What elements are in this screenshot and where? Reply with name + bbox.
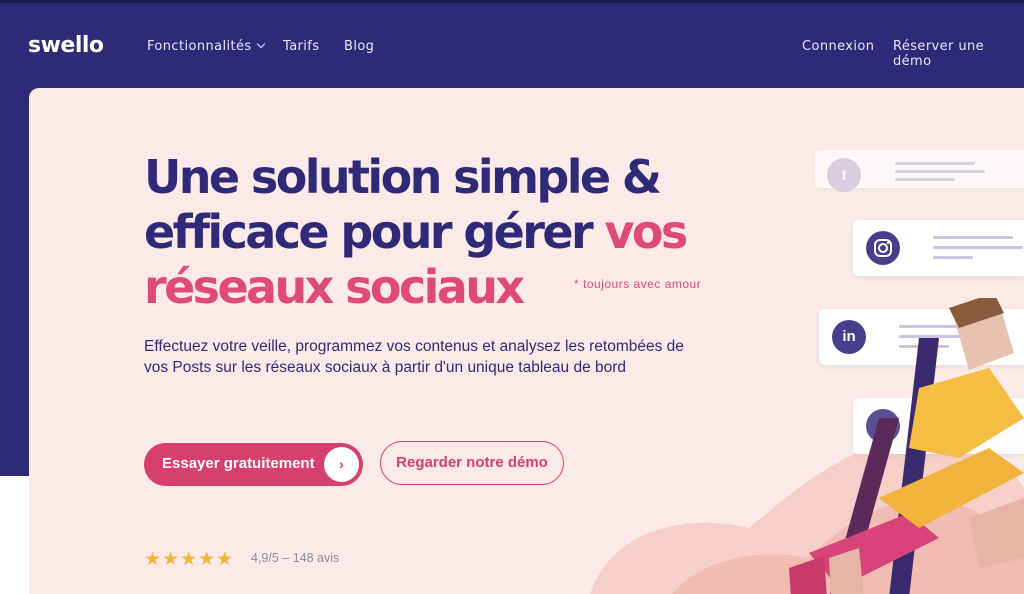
swello-logo[interactable]: swello: [28, 33, 104, 58]
hero-title-line2: efficace pour gérer: [144, 205, 605, 259]
nav-features-label: Fonctionnalités: [147, 39, 252, 54]
watch-demo-button[interactable]: Regarder notre démo: [380, 441, 564, 485]
facebook-card: f: [815, 150, 1024, 192]
top-navigation: swello Fonctionnalités Tarifs Blog Conne…: [0, 3, 1024, 87]
arrow-right-icon: ›: [324, 447, 359, 482]
nav-pricing[interactable]: Tarifs: [283, 39, 319, 54]
nav-login[interactable]: Connexion: [802, 39, 874, 54]
nav-blog[interactable]: Blog: [344, 39, 374, 54]
left-side-strip: [0, 88, 29, 594]
rating-stars: ★★★★★: [144, 549, 235, 570]
try-free-button[interactable]: Essayer gratuitement ›: [144, 443, 363, 486]
hero-section: Une solution simple & efficace pour gére…: [29, 88, 1024, 594]
rating-text: 4,9/5 – 148 avis: [251, 551, 340, 565]
nav-book-demo[interactable]: Réserver une démo: [893, 39, 1024, 69]
deckchair-illustration: [789, 298, 1024, 594]
hero-footnote: * toujours avec amour: [574, 277, 702, 291]
hero-subtitle: Effectuez votre veille, programmez vos c…: [144, 338, 684, 376]
try-free-label: Essayer gratuitement: [162, 455, 315, 472]
facebook-icon: f: [827, 158, 861, 192]
hero-title-highlight2: réseaux sociaux: [144, 260, 525, 314]
instagram-icon: [866, 231, 900, 265]
hero-title-line1: Une solution simple &: [144, 150, 662, 204]
instagram-card: [853, 220, 1024, 276]
chevron-down-icon: [256, 39, 265, 49]
nav-features[interactable]: Fonctionnalités: [147, 39, 265, 54]
hero-title-highlight1: vos: [604, 205, 688, 259]
